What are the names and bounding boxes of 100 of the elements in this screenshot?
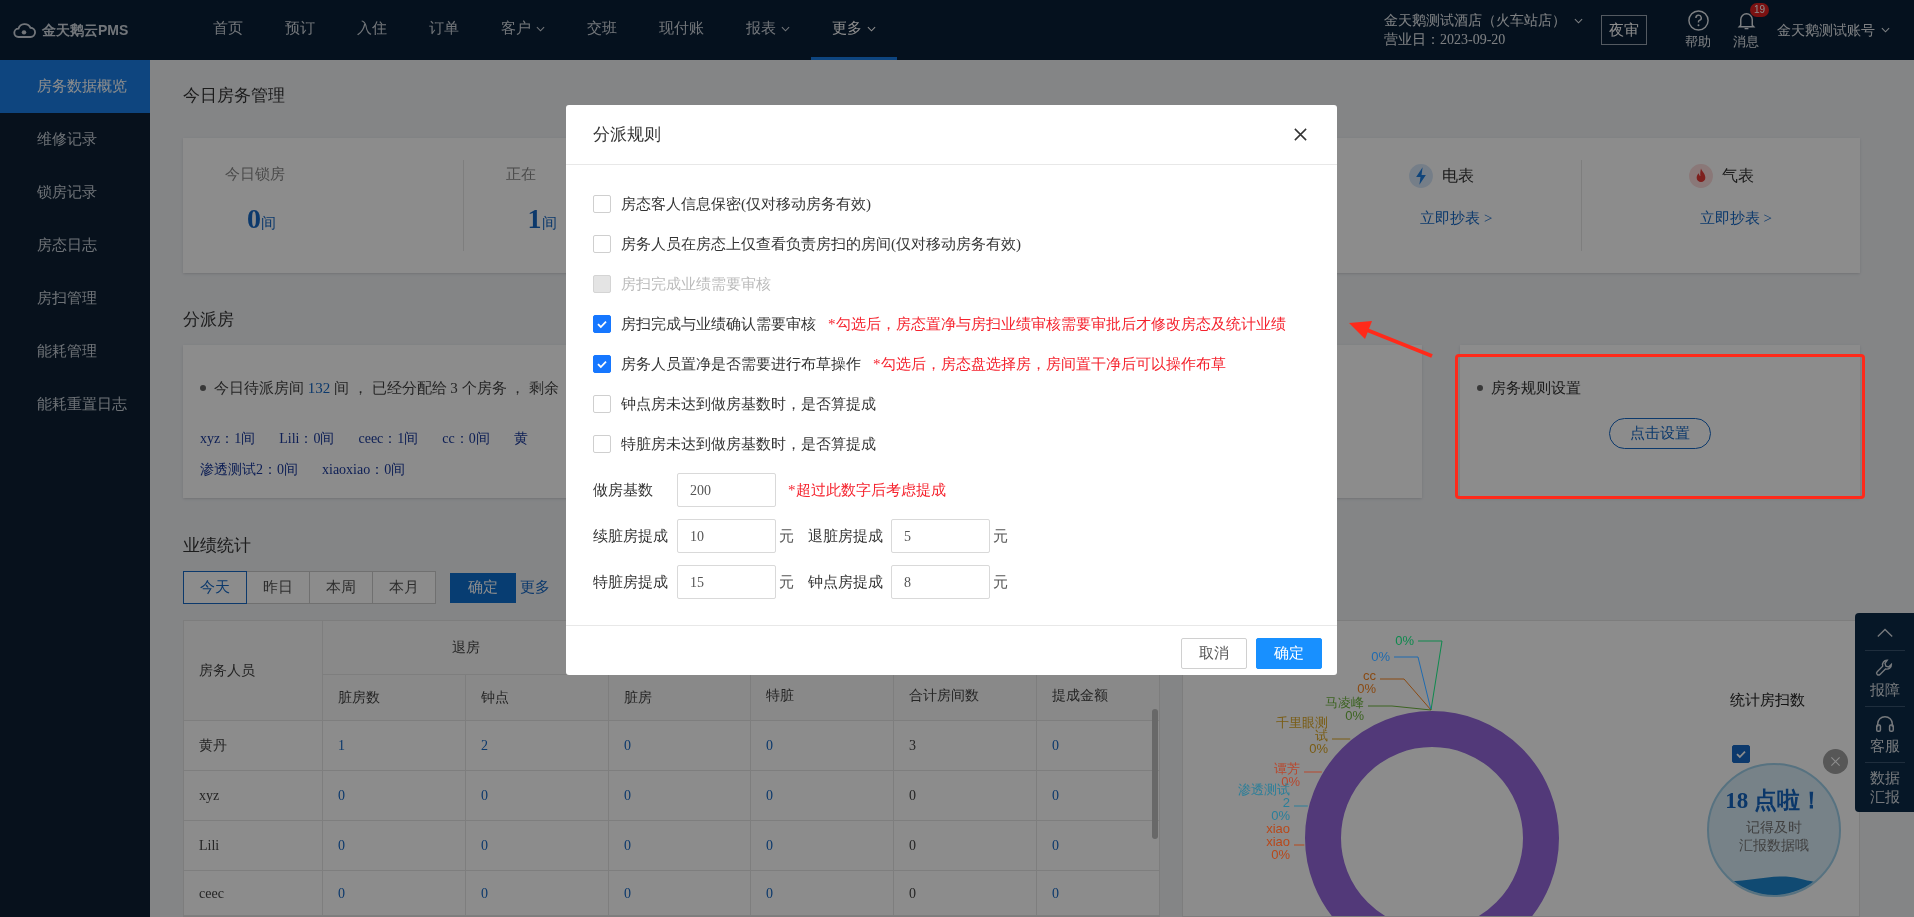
table-cell: 黄丹	[184, 721, 323, 771]
close-icon	[1830, 756, 1841, 767]
stat-label: 正在	[505, 165, 536, 184]
table-cell-link[interactable]: 0	[609, 721, 751, 771]
table-cell-link[interactable]: 0	[609, 771, 751, 821]
table-cell-link[interactable]: 0	[1037, 871, 1159, 916]
confirm-button[interactable]: 确定	[450, 572, 516, 603]
percent-label: 0%	[1309, 742, 1328, 755]
input-field[interactable]: 15	[677, 565, 776, 599]
nav-link[interactable]: 更多	[811, 0, 897, 60]
table-cell-link[interactable]: 0	[466, 771, 609, 821]
table-cell-link[interactable]: 0	[751, 821, 894, 871]
night-audit-button[interactable]: 夜审	[1601, 15, 1647, 45]
percent-label: 0%	[1371, 650, 1390, 663]
checkbox-label: 房扫完成业绩需要审核	[621, 274, 771, 294]
field-label: 特脏房提成	[593, 572, 669, 592]
nav-link[interactable]: 现付账	[638, 0, 725, 60]
checkbox[interactable]	[593, 315, 611, 333]
field-label: 续脏房提成	[593, 526, 669, 546]
cloud-logo-icon	[12, 21, 36, 39]
sidebar-item[interactable]: 能耗重置日志	[0, 378, 150, 431]
chevron-down-icon	[1881, 27, 1890, 33]
percent-label: 0%	[1271, 809, 1290, 822]
section-title: 分派房	[183, 309, 234, 331]
headset-icon	[1873, 713, 1896, 735]
read-meter-link[interactable]: 立即抄表 >	[1420, 207, 1493, 230]
chart-label: 马凌峰	[1325, 696, 1364, 709]
account-menu[interactable]: 金天鹅测试账号	[1777, 19, 1890, 41]
nav-link[interactable]: 预订	[264, 0, 336, 60]
field-label: 退脏房提成	[808, 526, 884, 546]
close-icon	[1292, 127, 1308, 142]
nav-link[interactable]: 入住	[336, 0, 408, 60]
help-button[interactable]: 帮助	[1685, 8, 1711, 52]
input-field[interactable]: 200	[677, 473, 776, 507]
sidebar-item[interactable]: 锁房记录	[0, 166, 150, 219]
input-field[interactable]: 5	[891, 519, 990, 553]
table-cell-link[interactable]: 0	[466, 871, 609, 916]
table-cell-link[interactable]: 0	[466, 821, 609, 871]
read-meter-link[interactable]: 立即抄表 >	[1699, 207, 1772, 230]
table-cell-link[interactable]: 0	[751, 871, 894, 916]
staff-assignment-link[interactable]: xiaoxiao：0间	[322, 458, 406, 480]
checkbox[interactable]	[593, 355, 611, 373]
column-header: 脏房数	[323, 675, 466, 721]
reminder-text: 记得及时 汇报数据哦	[1739, 819, 1809, 855]
table-cell: 3	[894, 721, 1037, 771]
staff-assignment-link[interactable]: xyz：1间	[200, 427, 256, 449]
nav-link[interactable]: 首页	[192, 0, 264, 60]
period-tab[interactable]: 本周	[309, 571, 373, 604]
checkbox-label: 钟点房未达到做房基数时，是否算提成	[621, 394, 876, 414]
unit-label: 元	[993, 573, 1008, 590]
input-field[interactable]: 10	[677, 519, 776, 553]
table-cell-link[interactable]: 1	[323, 721, 466, 771]
cancel-button[interactable]: 取消	[1181, 638, 1247, 669]
sidebar-item[interactable]: 维修记录	[0, 113, 150, 166]
more-link[interactable]: 更多	[520, 576, 550, 599]
input-field[interactable]: 8	[891, 565, 990, 599]
staff-assignment-link[interactable]: 渗透测试2：0间	[200, 458, 298, 480]
scrollbar-thumb[interactable]	[1152, 709, 1158, 839]
staff-assignment-link[interactable]: Lili：0间	[279, 427, 335, 449]
toolbar-button[interactable]: 数据汇报	[1868, 766, 1901, 810]
nav-link[interactable]: 订单	[408, 0, 480, 60]
period-tab[interactable]: 今天	[183, 571, 247, 604]
table-cell-link[interactable]: 0	[323, 821, 466, 871]
stat-label: 今日锁房	[225, 165, 285, 184]
nav-link[interactable]: 交班	[566, 0, 638, 60]
warning-note: *勾选后，房态盘选择房，房间置干净后可以操作布草	[873, 354, 1226, 374]
nav-link[interactable]: 报表	[725, 0, 811, 60]
checkmark-icon	[596, 358, 608, 370]
staff-assignment-link[interactable]: 黄	[513, 427, 528, 449]
sidebar-item[interactable]: 房态日志	[0, 219, 150, 272]
table-cell-link[interactable]: 0	[323, 871, 466, 916]
checkbox-label: 房扫完成与业绩确认需要审核	[621, 314, 816, 334]
period-tab[interactable]: 昨日	[246, 571, 310, 604]
hotel-selector[interactable]: 金天鹅测试酒店（火车站店）	[1384, 11, 1583, 30]
table-cell-link[interactable]: 0	[751, 721, 894, 771]
section-title: 今日房务管理	[183, 85, 285, 107]
meter-label: 气表	[1721, 166, 1754, 186]
legend-checkbox[interactable]	[1732, 745, 1750, 763]
table-cell-link[interactable]: 2	[466, 721, 609, 771]
toolbar-button[interactable]: 报障	[1868, 654, 1901, 703]
warning-note: *超过此数字后考虑提成	[788, 480, 946, 500]
table-cell-link[interactable]: 0	[323, 771, 466, 821]
table-cell-link[interactable]: 0	[609, 821, 751, 871]
confirm-button[interactable]: 确定	[1256, 638, 1322, 669]
sidebar-item[interactable]: 能耗管理	[0, 325, 150, 378]
unit-label: 元	[993, 527, 1008, 544]
field-label: 做房基数	[593, 480, 654, 500]
sidebar-item[interactable]: 房务数据概览	[0, 60, 150, 113]
table-cell-link[interactable]: 0	[609, 871, 751, 916]
period-tab[interactable]: 本月	[372, 571, 436, 604]
staff-assignment-link[interactable]: ceec：1间	[358, 427, 419, 449]
dispatch-summary: 今日待派房间 132 间 ， 已经分配给 3 个房务 ， 剩余	[214, 379, 559, 398]
table-cell: 0	[894, 821, 1037, 871]
nav-link[interactable]: 客户	[480, 0, 566, 60]
stat-value: 0间	[247, 203, 276, 236]
bullet-icon	[1477, 385, 1483, 392]
staff-assignment-link[interactable]: cc：0间	[442, 427, 490, 449]
table-cell-link[interactable]: 0	[751, 771, 894, 821]
toolbar-button[interactable]: 客服	[1868, 710, 1901, 759]
sidebar-item[interactable]: 房扫管理	[0, 272, 150, 325]
